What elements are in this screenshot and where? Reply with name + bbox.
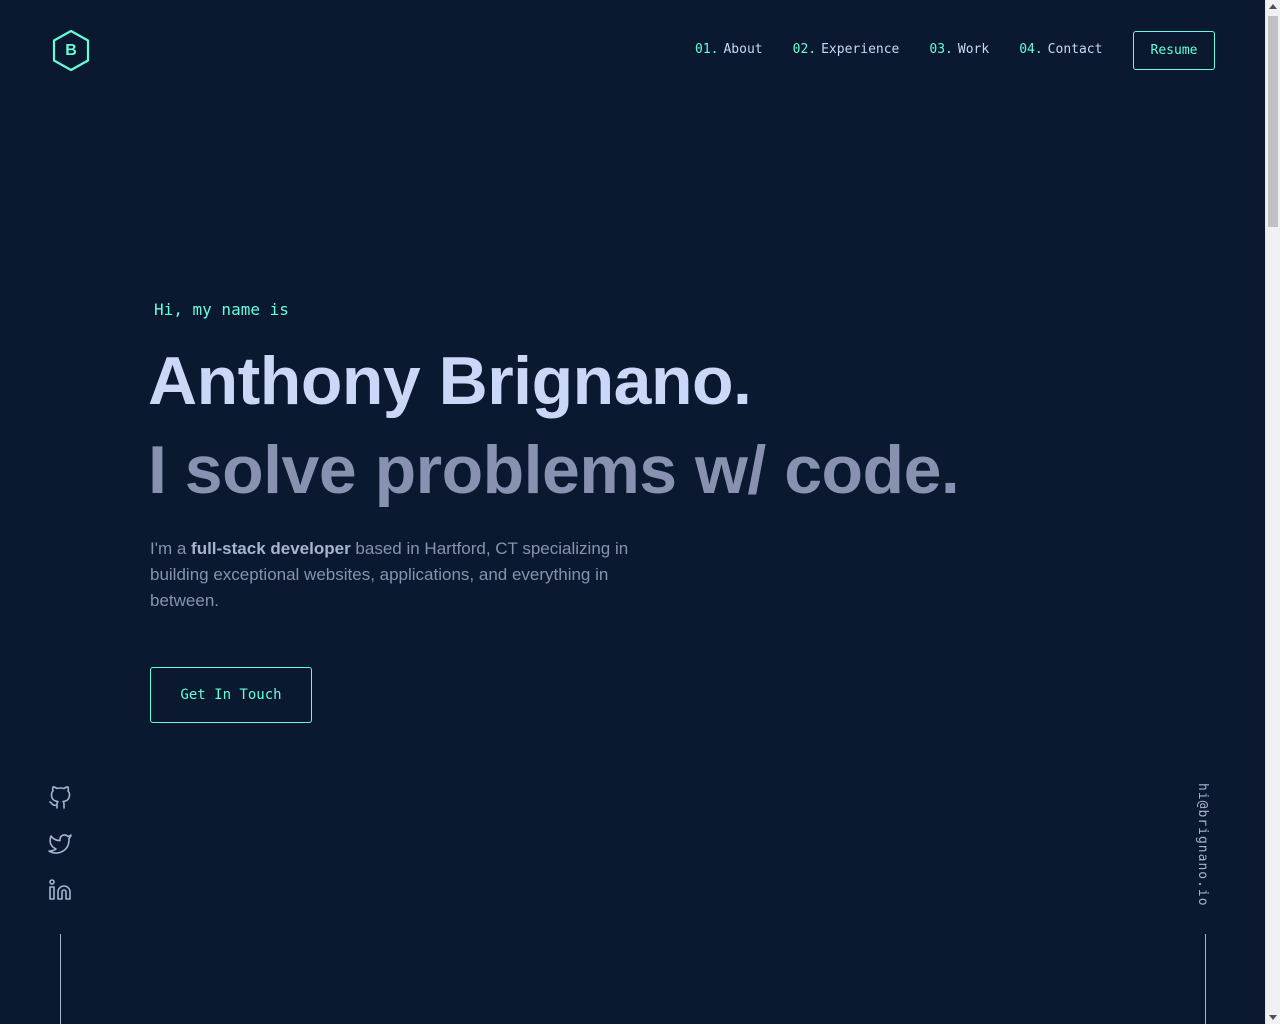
- twitter-link[interactable]: [48, 832, 72, 856]
- main-nav: 01. About 02. Experience 03. Work 04. Contac…: [695, 41, 1132, 59]
- nav-item-label: Work: [957, 42, 990, 57]
- nav-item-label: About: [723, 42, 763, 57]
- scrollbar-thumb[interactable]: [1268, 16, 1278, 227]
- github-link[interactable]: [48, 786, 72, 810]
- scroll-up-arrow-icon[interactable]: [1269, 4, 1277, 9]
- social-links: [48, 786, 72, 924]
- nav-item-label: Experience: [821, 42, 900, 57]
- nav-item-experience[interactable]: 02. Experience: [793, 41, 900, 59]
- nav-item-contact[interactable]: 04. Contact: [1019, 41, 1102, 59]
- nav-item-number: 03.: [929, 42, 953, 57]
- twitter-icon: [48, 834, 72, 854]
- get-in-touch-button[interactable]: Get In Touch: [150, 667, 312, 723]
- hero-tagline: I solve problems w/ code.: [148, 432, 960, 508]
- intro-highlight: full-stack developer: [191, 539, 351, 558]
- nav-item-work[interactable]: 03. Work: [929, 41, 989, 59]
- scroll-down-arrow-icon[interactable]: [1269, 1015, 1277, 1020]
- hero-greeting: Hi, my name is: [154, 300, 289, 319]
- linkedin-icon: [49, 879, 71, 900]
- nav-item-about[interactable]: 01. About: [695, 41, 763, 59]
- hero-intro: I'm a full-stack developer based in Hart…: [150, 536, 650, 614]
- logo[interactable]: B: [51, 29, 91, 72]
- left-rail-line: [60, 934, 61, 1024]
- github-icon: [49, 786, 71, 809]
- resume-button[interactable]: Resume: [1133, 31, 1215, 70]
- nav-item-number: 02.: [792, 42, 817, 57]
- right-rail-line: [1205, 934, 1206, 1024]
- nav-item-number: 04.: [1019, 42, 1043, 57]
- nav-item-label: Contact: [1047, 42, 1103, 57]
- nav-item-number: 01.: [695, 42, 719, 57]
- logo-letter: B: [65, 42, 77, 59]
- linkedin-link[interactable]: [48, 878, 72, 902]
- hero-name: Anthony Brignano.: [148, 343, 752, 419]
- page-scrollbar[interactable]: [1265, 0, 1280, 1024]
- intro-prefix: I'm a: [150, 539, 192, 558]
- email-link[interactable]: hi@brignano.io: [1195, 783, 1210, 907]
